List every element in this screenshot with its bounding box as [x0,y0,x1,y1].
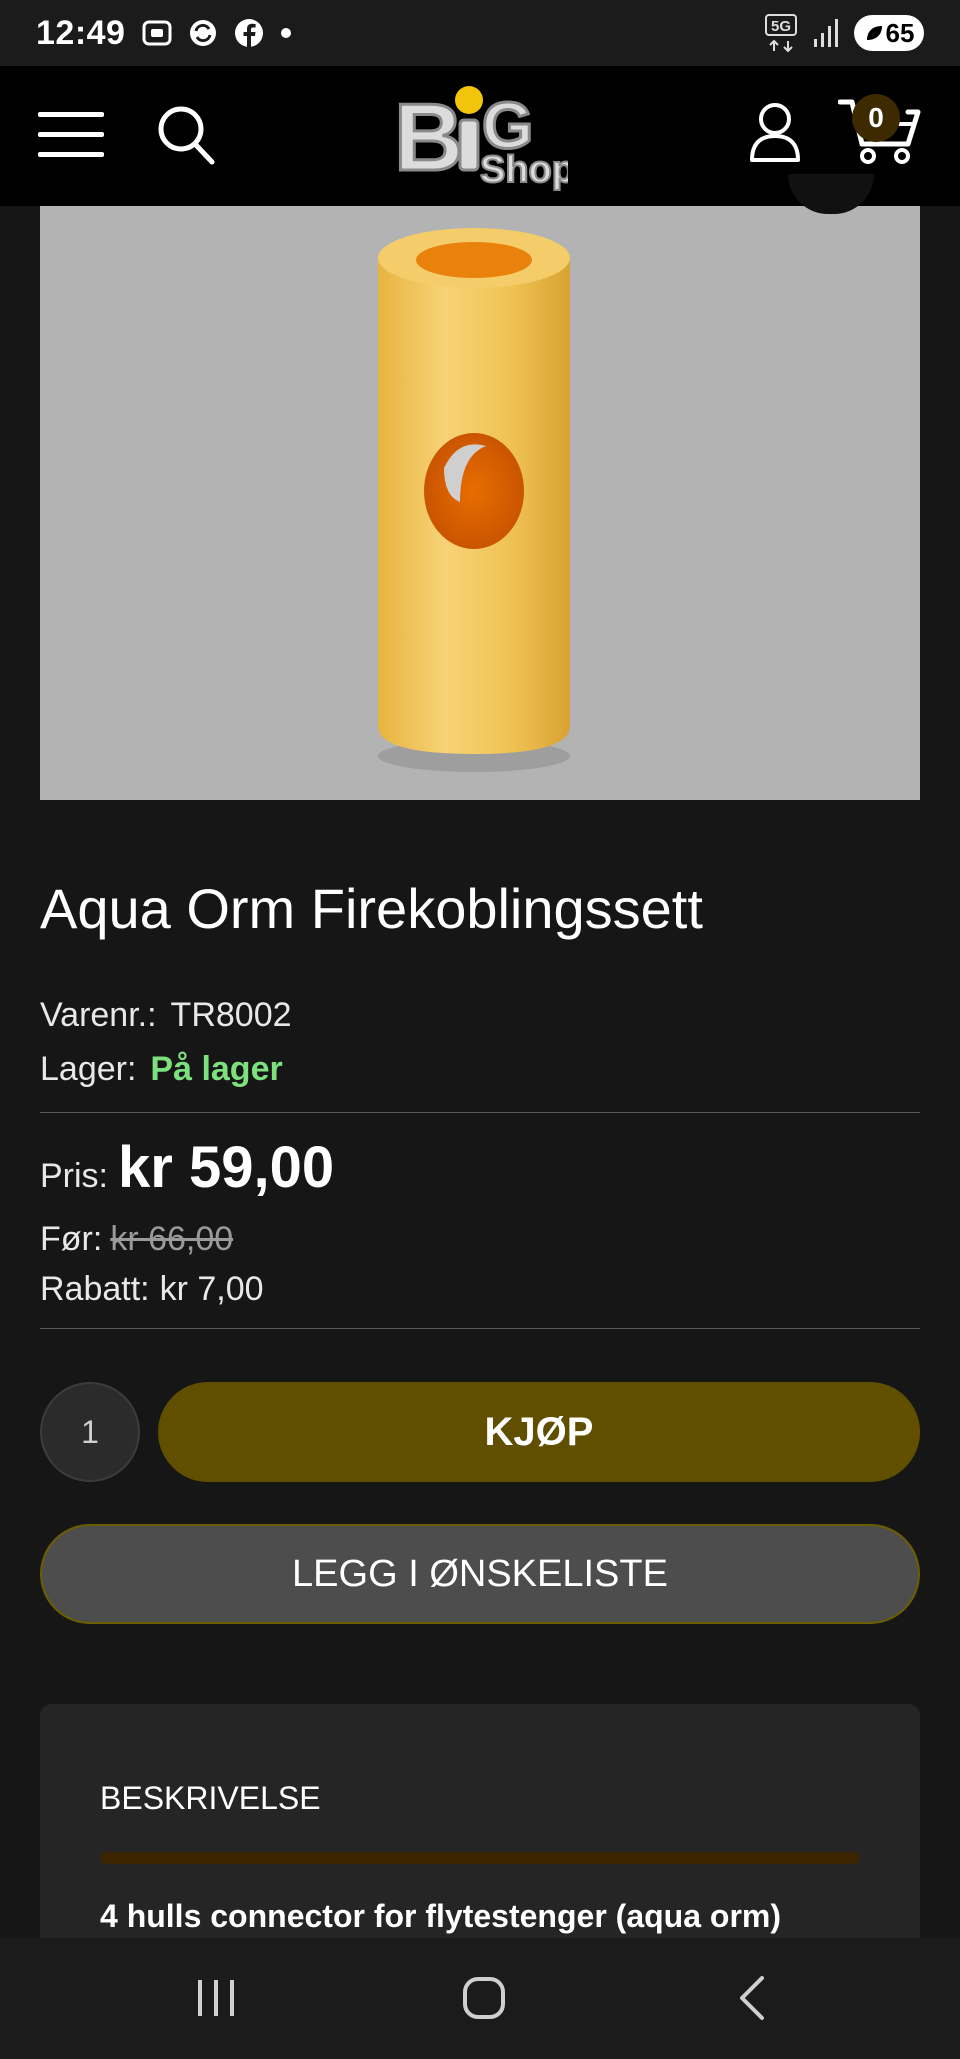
network-5g-icon: 5G [765,14,797,53]
recent-apps-icon[interactable] [186,1968,246,2028]
screenshot-icon [142,20,172,46]
svg-text:Shop: Shop [480,149,568,191]
stock-status: På lager [150,1050,283,1088]
system-icons: 5G 65 [764,13,924,53]
sync-icon [190,20,217,46]
product-title: Aqua Orm Firekoblingssett [40,877,703,940]
sku-value: TR8002 [170,996,292,1034]
description-text: 4 hulls connector for flytestenger (aqua… [100,1898,781,1934]
discount-label: Rabatt: [40,1270,150,1308]
before-price-line: Før: kr 66,00 [40,1220,233,1259]
svg-text:B: B [394,84,463,191]
sku-line: Varenr.: TR8002 [40,996,292,1035]
product-image[interactable] [40,206,920,800]
buy-button[interactable]: KJØP [158,1382,920,1482]
discount-value: kr 7,00 [159,1270,264,1308]
status-time: 12:49 [36,13,126,52]
stock-line: Lager: På lager [40,1050,283,1089]
discount-line: Rabatt: kr 7,00 [40,1270,264,1309]
battery-level: 65 [885,17,915,48]
menu-icon[interactable] [38,110,104,160]
user-icon[interactable] [748,102,802,164]
home-icon[interactable] [454,1968,514,2028]
price-value: kr 59,00 [118,1135,335,1200]
divider [40,1328,920,1329]
signal-icon [814,19,838,47]
facebook-icon [235,19,264,47]
stock-label: Lager: [40,1050,137,1088]
leaf-icon [866,26,882,40]
battery-indicator: 65 [854,15,924,51]
price-label: Pris: [40,1157,108,1195]
divider [40,1112,920,1113]
bigshop-logo[interactable]: B G Shop [392,78,569,196]
sku-label: Varenr.: [40,996,157,1034]
description-accent-bar [100,1852,860,1864]
description-title[interactable]: BESKRIVELSE [100,1780,321,1817]
before-price-value: kr 66,00 [110,1220,234,1258]
add-to-wishlist-button[interactable]: LEGG I ØNSKELISTE [40,1524,920,1624]
price-row: Pris: kr 59,00 [40,1134,334,1201]
search-icon[interactable] [156,104,216,166]
screen: { "status_bar": { "time": "12:49", "netw… [0,0,960,2059]
notification-icons [141,17,293,49]
svg-text:5G: 5G [771,18,791,35]
before-price-label: Før: [40,1220,103,1258]
product-photo [378,228,570,772]
dot-icon [281,28,292,38]
quantity-input[interactable] [40,1382,140,1482]
status-bar: 12:49 5G 65 [0,0,960,66]
back-icon[interactable] [724,1968,784,2028]
cart-count-badge: 0 [852,94,900,142]
navigation-bar [0,1938,960,2059]
